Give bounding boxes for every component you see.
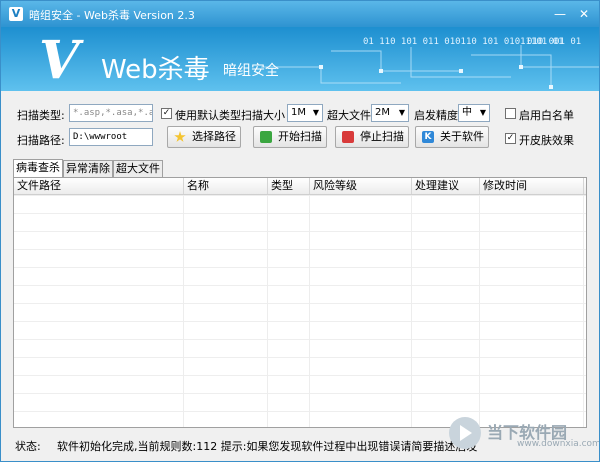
heuristic-select[interactable]: 中 ▼	[458, 104, 490, 122]
column-header-risk-level[interactable]: 风险等级	[310, 178, 412, 194]
use-default-type-checkbox[interactable]: ✓	[161, 108, 172, 119]
column-divider	[267, 195, 268, 427]
watermark-play-icon	[460, 425, 472, 441]
column-header-type[interactable]: 类型	[268, 178, 310, 194]
table-rows-area[interactable]	[14, 195, 586, 427]
stop-icon	[342, 131, 354, 143]
banner: V Web杀毒 暗组安全 01 110 101 011 010110 101 0…	[1, 27, 599, 91]
scan-path-label: 扫描路径:	[17, 134, 65, 147]
start-scan-button-label: 开始扫描	[278, 130, 322, 143]
about-button[interactable]: K 关于软件	[415, 126, 489, 148]
app-icon: V	[9, 7, 23, 21]
scan-size-select[interactable]: 1M ▼	[287, 104, 323, 122]
chevron-down-icon: ▼	[398, 108, 405, 117]
status-label: 状态:	[15, 440, 41, 453]
minimize-button[interactable]: —	[551, 6, 569, 22]
choose-path-button-label: 选择路径	[192, 130, 236, 143]
scan-path-input[interactable]: D:\wwwroot	[69, 128, 153, 146]
app-window: V 暗组安全 - Web杀毒 Version 2.3 — ✕ V Web杀毒 暗…	[0, 0, 600, 462]
column-divider	[411, 195, 412, 427]
logo-web-text: Web杀毒	[101, 55, 210, 85]
heuristic-value: 中	[462, 107, 472, 118]
whitelist-checkbox[interactable]	[505, 108, 516, 119]
info-icon: K	[422, 131, 434, 143]
stop-scan-button-label: 停止扫描	[360, 130, 404, 143]
scan-type-label: 扫描类型:	[17, 109, 65, 122]
skin-effect-label: 开皮肤效果	[519, 134, 574, 147]
whitelist-label: 启用白名单	[519, 109, 574, 122]
column-header-modified-time[interactable]: 修改时间	[480, 178, 584, 194]
skin-effect-checkbox[interactable]: ✓	[505, 133, 516, 144]
tab-large-files[interactable]: 超大文件	[113, 160, 163, 178]
use-default-type-label: 使用默认类型	[175, 109, 241, 122]
column-header-file-path[interactable]: 文件路径	[14, 178, 184, 194]
status-text: 软件初始化完成,当前规则数:112 提示:如果您发现软件过程中出现错误请简要描述…	[57, 440, 477, 453]
column-divider	[309, 195, 310, 427]
play-icon	[260, 131, 272, 143]
tab-anomaly-clean[interactable]: 异常清除	[63, 160, 113, 178]
about-button-label: 关于软件	[440, 130, 484, 143]
star-icon	[174, 131, 186, 142]
choose-path-button[interactable]: 选择路径	[167, 126, 241, 148]
start-scan-button[interactable]: 开始扫描	[253, 126, 327, 148]
chevron-down-icon: ▼	[479, 108, 486, 117]
watermark-logo: 当下软件园 www.downxia.com	[445, 415, 599, 451]
logo-subtitle: 暗组安全	[223, 63, 279, 79]
stop-scan-button[interactable]: 停止扫描	[335, 126, 409, 148]
max-file-label: 超大文件	[327, 109, 371, 122]
scan-size-label: 扫描大小	[241, 109, 285, 122]
chevron-down-icon: ▼	[312, 108, 319, 117]
window-title: 暗组安全 - Web杀毒 Version 2.3	[29, 9, 195, 22]
banner-binary-text-2: 010 001 01	[527, 37, 582, 47]
title-bar[interactable]: V 暗组安全 - Web杀毒 Version 2.3 — ✕	[1, 1, 599, 27]
watermark-url: www.downxia.com	[517, 439, 600, 449]
logo-v-mark: V	[39, 30, 80, 91]
results-table[interactable]: 文件路径 名称 类型 风险等级 处理建议 修改时间	[13, 177, 587, 428]
table-header: 文件路径 名称 类型 风险等级 处理建议 修改时间	[14, 178, 586, 195]
column-header-name[interactable]: 名称	[184, 178, 268, 194]
column-header-suggestion[interactable]: 处理建议	[412, 178, 480, 194]
close-button[interactable]: ✕	[575, 6, 593, 22]
max-file-select[interactable]: 2M ▼	[371, 104, 409, 122]
column-divider	[183, 195, 184, 427]
scan-type-input[interactable]: *.asp,*.asa,*.a:	[69, 104, 153, 122]
heuristic-label: 启发精度	[414, 109, 458, 122]
column-divider	[583, 195, 584, 427]
scan-size-value: 1M	[291, 107, 306, 118]
tab-virus-scan[interactable]: 病毒查杀	[13, 159, 63, 178]
max-file-value: 2M	[375, 107, 390, 118]
column-divider	[479, 195, 480, 427]
